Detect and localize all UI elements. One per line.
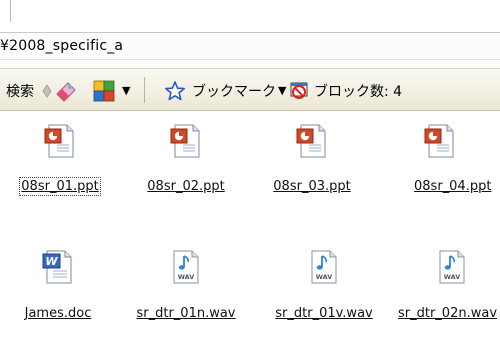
powerpoint-file-icon	[170, 124, 200, 158]
powerpoint-file-icon	[44, 124, 74, 158]
file-item-08sr-03-ppt[interactable]: 08sr_03.ppt	[250, 123, 374, 203]
file-name[interactable]: sr_dtr_01v.wav	[275, 306, 372, 321]
wav-glyph: WAV	[316, 273, 333, 281]
file-name[interactable]: 08sr_02.ppt	[147, 179, 224, 194]
chevron-down-icon[interactable]: ▼	[122, 84, 130, 97]
file-name[interactable]: sr_dtr_02n.wav	[398, 306, 497, 321]
file-name[interactable]: 08sr_04.ppt	[414, 179, 491, 194]
eraser-icon	[56, 81, 76, 102]
word-glyph: W	[45, 255, 58, 268]
wav-audio-file-icon: WAV	[439, 250, 465, 284]
block-label: ブロック数: 4	[314, 83, 403, 100]
file-item-08sr-01-ppt[interactable]: 08sr_01.ppt	[0, 123, 122, 203]
search-label: 検索	[6, 83, 34, 100]
file-item-sr-dtr-02n-wav[interactable]: WAV sr_dtr_02n.wav	[392, 213, 500, 321]
diamond-icon	[42, 83, 52, 98]
file-item-08sr-04-ppt[interactable]: 08sr_04.ppt	[392, 123, 500, 203]
file-item-08sr-02-ppt[interactable]: 08sr_02.ppt	[124, 123, 248, 203]
file-item-james-doc[interactable]: W James.doc	[0, 213, 120, 321]
bookmark-button[interactable]: ブックマーク ▼	[164, 69, 286, 112]
star-icon	[165, 80, 185, 100]
top-strip	[0, 0, 500, 32]
powerpoint-file-icon	[296, 124, 326, 158]
search-button[interactable]: 検索	[6, 69, 34, 112]
toolbar: 検索 ▼ ブックマーク ▼ ブロック数: 4	[0, 68, 500, 111]
address-path[interactable]: ¥2008_specific_a	[0, 38, 123, 54]
toolbar-separator	[144, 77, 145, 103]
bookmark-label: ブックマーク	[192, 83, 276, 100]
puzzle-options-button[interactable]: ▼	[92, 69, 130, 112]
puzzle-icon	[93, 80, 115, 101]
address-bar[interactable]: ¥2008_specific_a	[0, 32, 500, 60]
wav-glyph: WAV	[178, 273, 195, 281]
popup-block-icon	[290, 82, 308, 99]
wav-glyph: WAV	[444, 273, 461, 281]
wav-audio-file-icon: WAV	[311, 250, 337, 284]
file-name[interactable]: James.doc	[25, 306, 92, 321]
window-divider	[10, 0, 11, 22]
bookmark-chevron-down-icon[interactable]: ▼	[278, 84, 286, 97]
file-name[interactable]: sr_dtr_01n.wav	[136, 306, 235, 321]
word-file-icon: W	[42, 250, 72, 284]
powerpoint-file-icon	[424, 124, 454, 158]
file-item-sr-dtr-01n-wav[interactable]: WAV sr_dtr_01n.wav	[124, 213, 248, 321]
file-item-sr-dtr-01v-wav[interactable]: WAV sr_dtr_01v.wav	[262, 213, 386, 321]
wav-audio-file-icon: WAV	[173, 250, 199, 284]
file-name[interactable]: 08sr_03.ppt	[273, 179, 350, 194]
highlighter-button[interactable]	[42, 69, 78, 112]
block-button[interactable]: ブロック数: 4	[288, 69, 402, 112]
file-list: 08sr_01.ppt 08sr_02.ppt 08sr_03.ppt 08sr…	[0, 111, 500, 338]
file-name[interactable]: 08sr_01.ppt	[19, 177, 101, 196]
